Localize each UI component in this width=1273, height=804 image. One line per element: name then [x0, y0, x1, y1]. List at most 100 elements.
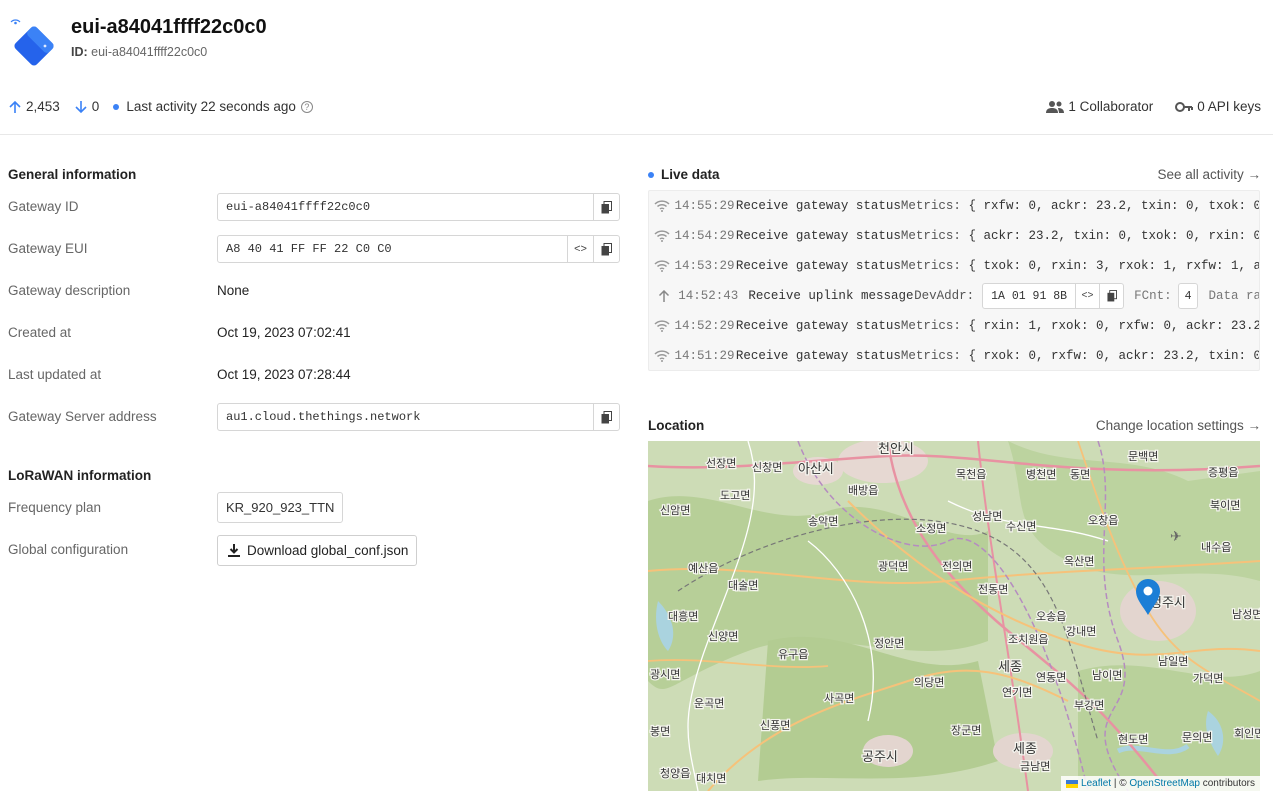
server-address-label: Gateway Server address	[8, 409, 157, 424]
gateway-status-icon	[649, 320, 675, 332]
map-place-label: 남이면	[1092, 669, 1122, 682]
event-time: 14:52:29	[674, 319, 735, 333]
download-global-conf-button[interactable]: Download global_conf.json	[217, 535, 417, 566]
change-location-settings-link[interactable]: Change location settings →	[1096, 418, 1261, 433]
map-place-label: 신풍면	[760, 719, 790, 732]
map-place-label: 신암면	[660, 504, 690, 517]
frequency-plan-label: Frequency plan	[8, 500, 102, 515]
devaddr-value[interactable]: 1A 01 91 8B	[983, 290, 1075, 303]
toggle-format-button[interactable]: <>	[1075, 284, 1099, 308]
event-meta-body: { ackr: 23.2, txin: 0, txok: 0, rxin: 0	[968, 229, 1260, 243]
map-place-label: 성남면	[972, 510, 1002, 523]
map-place-label: 소정면	[916, 522, 946, 535]
gateway-status-icon	[649, 350, 675, 362]
location-map[interactable]: ✈ 천안시 아산시 신창면 선장면 도고면 배방읍 목천읍 병천면 동면 문백면…	[648, 441, 1260, 791]
event-row[interactable]: 14:52:29 Receive gateway status Metrics:…	[649, 311, 1260, 341]
api-keys-link[interactable]: 0 API keys	[1175, 99, 1261, 114]
copy-gateway-eui-button[interactable]	[593, 236, 619, 262]
page-title: eui-a84041ffff22c0c0	[71, 16, 267, 38]
map-place-label: 신창면	[752, 461, 782, 474]
uplink-stat: 2,453	[8, 99, 60, 114]
leaflet-link[interactable]: Leaflet	[1081, 778, 1111, 789]
map-place-label: 부강면	[1074, 699, 1104, 712]
event-meta-body: { txok: 0, rxin: 3, rxok: 1, rxfw: 1, a	[968, 259, 1260, 273]
gateway-header: eui-a84041ffff22c0c0 ID: eui-a84041ffff2…	[0, 0, 1273, 135]
map-place-label: 정안면	[874, 637, 904, 650]
last-updated-value: Oct 19, 2023 07:28:44	[217, 367, 351, 382]
openstreetmap-link[interactable]: OpenStreetMap	[1129, 778, 1200, 789]
gateway-id-label: Gateway ID	[8, 199, 79, 214]
map-place-label: 예산읍	[688, 562, 718, 575]
attribution-separator: | ©	[1113, 778, 1127, 789]
created-at-label: Created at	[8, 325, 72, 340]
map-place-label: 회인면	[1234, 727, 1260, 740]
event-meta-label: Metrics:	[900, 349, 961, 363]
help-icon[interactable]: ?	[300, 100, 313, 113]
event-meta-body: { rxok: 0, rxfw: 0, ackr: 23.2, txin: 0	[968, 349, 1260, 363]
attribution-tail: contributors	[1202, 778, 1255, 789]
event-type: Receive gateway status	[735, 319, 901, 333]
map-place-label: 남성면	[1232, 608, 1260, 621]
map-place-label: 전동면	[978, 583, 1008, 596]
last-activity-text: Last activity 22 seconds ago	[126, 99, 296, 114]
event-type: Receive gateway status	[735, 229, 901, 243]
map-place-label: 북이면	[1210, 499, 1240, 512]
fcnt-label: FCnt:	[1134, 289, 1172, 303]
map-place-label: 목천읍	[956, 467, 986, 481]
gateway-description-label: Gateway description	[8, 283, 131, 298]
download-icon	[228, 544, 240, 557]
map-place-label: 금남면	[1020, 760, 1050, 773]
gateway-id-subtitle: ID: eui-a84041ffff22c0c0	[71, 45, 207, 59]
airport-icon: ✈	[1170, 528, 1182, 544]
gateway-eui-value[interactable]: A8 40 41 FF FF 22 C0 C0	[218, 242, 567, 256]
gateway-id-value[interactable]: eui-a84041ffff22c0c0	[218, 200, 593, 214]
collaborators-link[interactable]: 1 Collaborator	[1046, 99, 1153, 114]
status-dot	[113, 103, 120, 110]
copy-icon	[601, 200, 612, 213]
copy-icon	[601, 410, 612, 423]
map-place-label: 선장면	[706, 457, 736, 470]
code-icon: <>	[574, 243, 587, 255]
map-place-label: 옥산면	[1064, 555, 1094, 568]
live-data-list: 14:55:29 Receive gateway status Metrics:…	[648, 190, 1260, 371]
map-place-label: 조치원읍	[1008, 633, 1048, 646]
event-meta-label: Metrics:	[900, 319, 961, 333]
fcnt-value: 4	[1177, 283, 1199, 309]
event-row[interactable]: 14:54:29 Receive gateway status Metrics:…	[649, 221, 1260, 251]
copy-server-address-button[interactable]	[593, 404, 619, 430]
map-place-label: 송악면	[808, 515, 838, 528]
copy-gateway-id-button[interactable]	[593, 194, 619, 220]
gateway-status-icon	[649, 260, 675, 272]
server-address-value[interactable]: au1.cloud.thethings.network	[218, 410, 593, 424]
event-row[interactable]: 14:55:29 Receive gateway status Metrics:…	[649, 191, 1259, 221]
map-tiles[interactable]: ✈ 천안시 아산시 신창면 선장면 도고면 배방읍 목천읍 병천면 동면 문백면…	[648, 441, 1260, 791]
id-value: eui-a84041ffff22c0c0	[91, 45, 208, 59]
event-row[interactable]: 14:52:43 Receive uplink message DevAddr:…	[649, 281, 1259, 311]
map-place-label: 남일면	[1158, 654, 1188, 668]
devaddr-field: 1A 01 91 8B <>	[982, 283, 1125, 309]
event-meta-label: Metrics:	[900, 199, 961, 213]
gateway-status-icon	[649, 200, 675, 212]
event-meta-body: { rxin: 1, rxok: 0, rxfw: 0, ackr: 23.2	[968, 319, 1260, 333]
copy-devaddr-button[interactable]	[1099, 284, 1123, 308]
live-indicator-dot	[648, 171, 654, 178]
map-place-label: 강내면	[1066, 625, 1096, 638]
event-row[interactable]: 14:51:29 Receive gateway status Metrics:…	[649, 341, 1260, 370]
see-all-activity-link[interactable]: See all activity →	[1157, 167, 1261, 182]
map-place-label: 의당면	[914, 676, 944, 689]
global-configuration-label: Global configuration	[8, 542, 129, 557]
toggle-format-button[interactable]: <>	[567, 236, 593, 262]
live-data-title: Live data	[661, 167, 720, 182]
event-type: Receive gateway status	[735, 349, 901, 363]
map-place-label: 대치면	[696, 772, 726, 785]
map-place-label: 천안시	[878, 442, 914, 457]
map-place-label: 문백면	[1128, 450, 1158, 463]
last-activity: Last activity 22 seconds ago ?	[113, 99, 313, 114]
event-row[interactable]: 14:53:29 Receive gateway status Metrics:…	[649, 251, 1260, 281]
downlink-count: 0	[91, 99, 100, 114]
map-place-label: 내수읍	[1201, 541, 1231, 554]
copy-icon	[1107, 290, 1117, 302]
event-time: 14:54:29	[674, 229, 735, 243]
event-type: Receive gateway status	[735, 259, 901, 273]
map-place-label: 대흥면	[668, 609, 698, 623]
